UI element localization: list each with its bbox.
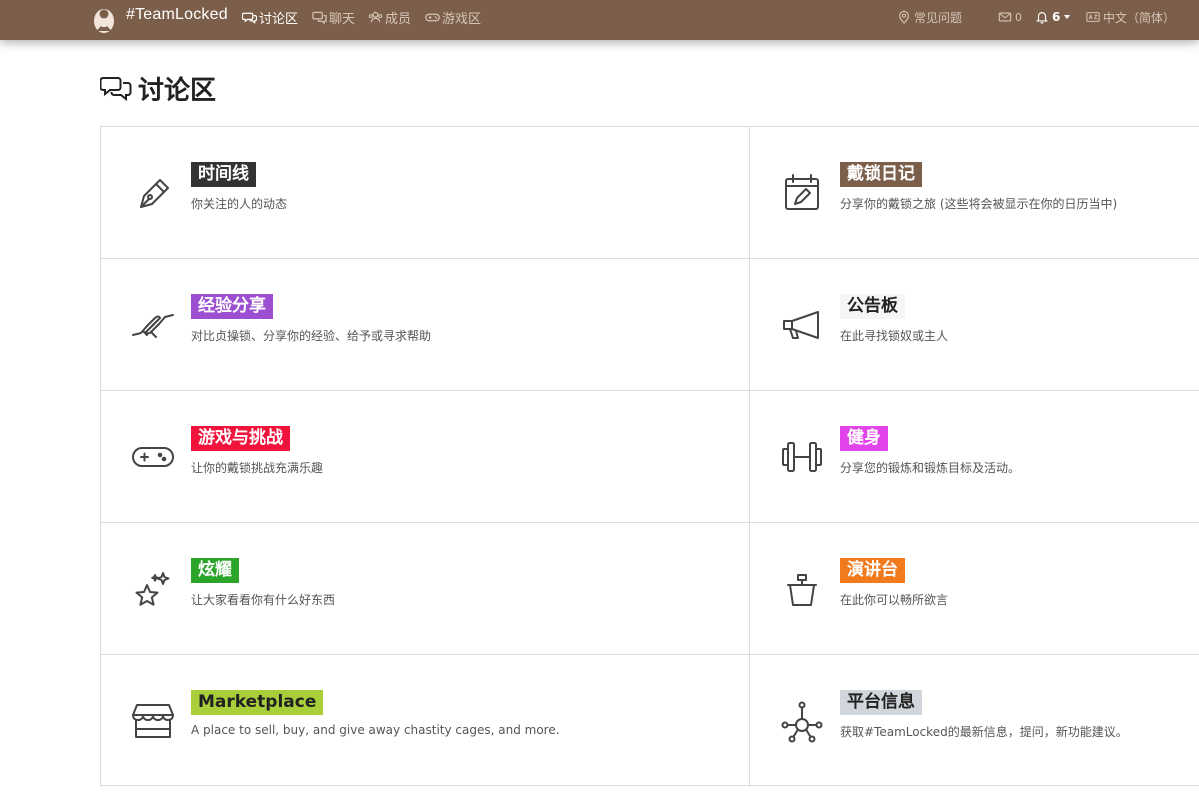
language-selector[interactable]: 中文（简体） (1086, 8, 1175, 26)
category-desc: 分享您的锻炼和锻炼目标及活动。 (840, 461, 1021, 475)
gamepad-icon (131, 435, 175, 479)
category-lock-diary[interactable]: 戴锁日记 分享你的戴锁之旅 (这些将会被显示在你的日历当中) (749, 127, 1199, 259)
notifications-count: 6 (1052, 10, 1061, 24)
soapbox-icon (780, 567, 824, 611)
category-name[interactable]: 炫耀 (191, 558, 239, 583)
faq-link[interactable]: 常见问题 (897, 8, 962, 26)
megaphone-icon (780, 303, 824, 347)
category-name[interactable]: 经验分享 (191, 294, 273, 319)
category-marketplace[interactable]: Marketplace A place to sell, buy, and gi… (101, 655, 749, 787)
page-heading: 讨论区 (100, 70, 216, 106)
brand-link[interactable]: #TeamLocked (126, 6, 228, 24)
nav-forum[interactable]: 讨论区 (242, 8, 299, 27)
category-fitness[interactable]: 健身 分享您的锻炼和锻炼目标及活动。 (749, 391, 1199, 523)
mail-link[interactable]: 0 (998, 8, 1022, 26)
category-timeline[interactable]: 时间线 你关注的人的动态 (101, 127, 749, 259)
category-name[interactable]: 平台信息 (840, 690, 922, 715)
category-experience[interactable]: 经验分享 对比贞操锁、分享你的经验、给予或寻求帮助 (101, 259, 749, 391)
nav-members-label: 成员 (385, 11, 412, 27)
bell-icon (1036, 12, 1048, 24)
category-name[interactable]: 时间线 (191, 162, 256, 187)
category-soapbox[interactable]: 演讲台 在此你可以畅所欲言 (749, 523, 1199, 655)
mail-count: 0 (1015, 10, 1022, 24)
category-name[interactable]: 游戏与挑战 (191, 426, 290, 451)
network-hub-icon (780, 699, 824, 743)
category-desc: 让你的戴锁挑战充满乐趣 (191, 461, 324, 475)
category-desc: 对比贞操锁、分享你的经验、给予或寻求帮助 (191, 329, 432, 343)
category-grid: 时间线 你关注的人的动态 戴锁日记 分享你的戴锁之旅 (这些将会被显示在你的日历… (100, 126, 1199, 787)
category-platform-info[interactable]: 平台信息 获取#TeamLocked的最新信息，提问，新功能建议。 (749, 655, 1199, 787)
category-desc: 在此你可以畅所欲言 (840, 593, 949, 607)
chevron-down-icon (1064, 15, 1071, 19)
chat-icon (312, 11, 327, 24)
gamepad-icon (425, 13, 440, 21)
chat-bubbles-icon (100, 77, 132, 102)
faq-label: 常见问题 (914, 10, 963, 25)
dumbbell-icon (780, 435, 824, 479)
category-show-off[interactable]: 炫耀 让大家看看你有什么好东西 (101, 523, 749, 655)
calendar-edit-icon (780, 171, 824, 215)
members-icon (368, 11, 383, 22)
category-games-challenges[interactable]: 游戏与挑战 让你的戴锁挑战充满乐趣 (101, 391, 749, 523)
nav-chat-label: 聊天 (329, 11, 356, 27)
category-name[interactable]: 演讲台 (840, 558, 905, 583)
storefront-icon (131, 699, 175, 743)
category-name[interactable]: 健身 (840, 426, 888, 451)
language-icon (1086, 12, 1100, 22)
nav-games-label: 游戏区 (442, 11, 482, 27)
category-name[interactable]: 公告板 (840, 294, 905, 319)
nav-members[interactable]: 成员 (368, 8, 412, 27)
locked-person-icon[interactable] (93, 5, 115, 33)
category-desc: 获取#TeamLocked的最新信息，提问，新功能建议。 (840, 725, 1128, 739)
top-navbar: #TeamLocked 讨论区 聊天 成员 游戏区 常见问题 0 6 中文（简体… (0, 0, 1199, 40)
category-desc: 在此寻找锁奴或主人 (840, 329, 949, 343)
category-desc: 你关注的人的动态 (191, 197, 288, 211)
page-title: 讨论区 (138, 75, 217, 106)
category-bulletin[interactable]: 公告板 在此寻找锁奴或主人 (749, 259, 1199, 391)
handshake-icon (131, 303, 175, 347)
sparkle-star-icon (131, 567, 175, 611)
nav-forum-label: 讨论区 (259, 11, 299, 27)
notifications-dropdown[interactable]: 6 (1035, 8, 1071, 26)
category-desc: 让大家看看你有什么好东西 (191, 593, 336, 607)
category-name[interactable]: 戴锁日记 (840, 162, 922, 187)
category-name[interactable]: Marketplace (191, 690, 324, 715)
nav-games[interactable]: 游戏区 (425, 8, 482, 27)
language-label: 中文（简体） (1103, 10, 1176, 25)
nav-chat[interactable]: 聊天 (312, 8, 356, 27)
map-pin-icon (899, 10, 909, 24)
category-desc: 分享你的戴锁之旅 (这些将会被显示在你的日历当中) (840, 197, 1118, 211)
fountain-pen-icon (131, 171, 175, 215)
chat-bubbles-icon (242, 12, 257, 24)
envelope-icon (998, 12, 1012, 22)
category-desc: A place to sell, buy, and give away chas… (191, 723, 560, 737)
